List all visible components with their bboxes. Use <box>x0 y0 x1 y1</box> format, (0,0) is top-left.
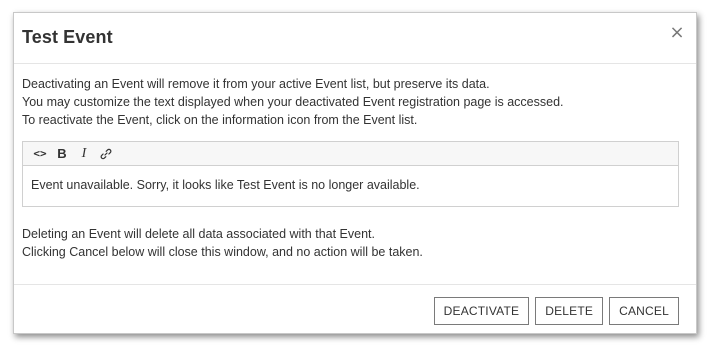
cancel-button[interactable]: CANCEL <box>609 297 679 325</box>
rich-text-editor: <> B I Event unavailable. Sorry, it look… <box>22 141 679 207</box>
italic-button[interactable]: I <box>73 144 95 164</box>
editor-content[interactable]: Event unavailable. Sorry, it looks like … <box>23 166 678 204</box>
code-view-button[interactable]: <> <box>29 144 51 164</box>
link-icon <box>100 148 112 159</box>
link-button[interactable] <box>95 144 117 164</box>
intro-line: Deactivating an Event will remove it fro… <box>22 77 490 91</box>
delete-button[interactable]: DELETE <box>535 297 604 325</box>
intro-line: You may customize the text displayed whe… <box>22 95 564 109</box>
editor-toolbar: <> B I <box>23 142 678 166</box>
warning-line: Clicking Cancel below will close this wi… <box>22 245 423 259</box>
warning-line: Deleting an Event will delete all data a… <box>22 227 375 241</box>
intro-line: To reactivate the Event, click on the in… <box>22 113 418 127</box>
dialog-header: Test Event × <box>14 13 696 64</box>
intro-text: Deactivating an Event will remove it fro… <box>22 75 682 129</box>
dialog-footer: DEACTIVATE DELETE CANCEL <box>14 284 696 335</box>
deactivate-event-dialog: Test Event × Deactivating an Event will … <box>13 12 697 334</box>
deactivate-button[interactable]: DEACTIVATE <box>433 297 530 325</box>
dialog-title: Test Event <box>22 27 113 47</box>
close-button[interactable]: × <box>668 23 686 43</box>
warning-text: Deleting an Event will delete all data a… <box>22 225 682 261</box>
bold-button[interactable]: B <box>51 144 73 164</box>
button-row: DEACTIVATE DELETE CANCEL <box>433 297 679 325</box>
